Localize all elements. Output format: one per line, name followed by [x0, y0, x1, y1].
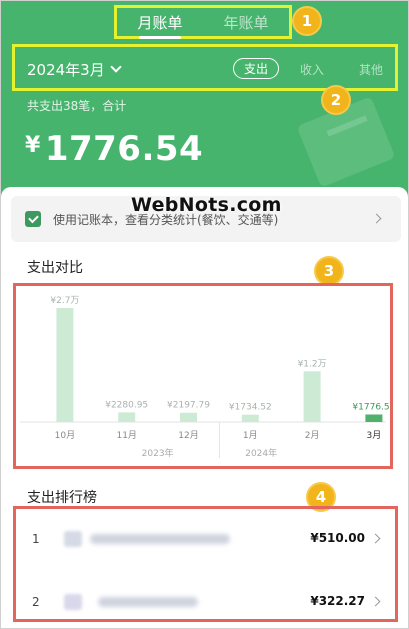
chart-data-label: ¥1734.52: [229, 403, 272, 413]
total-amount: ¥1776.54: [25, 129, 203, 169]
chart-category-label: 12月: [178, 430, 198, 441]
tab-yearly-bill[interactable]: 年账单: [223, 12, 268, 33]
app-frame: 月账单 年账单 1 2024年3月 支出 收入 其他 2 共支出38笔，合计 ¥…: [0, 0, 409, 629]
merchant-name-redacted: [98, 597, 198, 607]
ranking-section-title: 支出排行榜: [27, 490, 97, 506]
annotation-marker-2: 2: [321, 85, 351, 115]
ranking-amount: ¥510.00: [310, 531, 365, 545]
ranking-amount: ¥322.27: [310, 594, 365, 608]
chart-bar: [56, 308, 74, 422]
chevron-right-icon: [371, 213, 382, 224]
rank-number: 2: [32, 595, 40, 609]
chart-section-title: 支出对比: [27, 260, 83, 276]
chevron-right-icon: [370, 533, 381, 544]
chart-category-label: 3月: [367, 430, 382, 441]
type-filter-income[interactable]: 收入: [300, 61, 324, 78]
chart-data-label: ¥2280.95: [105, 400, 148, 410]
chart-bar: [365, 414, 383, 422]
chart-data-label: ¥2197.79: [167, 401, 210, 411]
month-selector-label: 2024年3月: [27, 61, 105, 79]
tab-monthly-bill-label: 月账单: [137, 13, 183, 32]
chart-category-label: 11月: [116, 430, 136, 441]
tab-yearly-bill-label: 年账单: [223, 13, 269, 32]
chart-svg: ¥2.7万 10月 ¥2280.95 11月 ¥2197.79 12月 ¥1734.52 1月…: [20, 296, 396, 459]
chart-bar: [118, 412, 136, 422]
chart-category-label: 2月: [305, 430, 320, 441]
ranking-item-1[interactable]: 1 ¥510.00: [16, 519, 395, 559]
bill-tabs: 月账单 年账单: [114, 5, 292, 39]
chart-bar: [180, 412, 197, 422]
tab-monthly-bill[interactable]: 月账单: [137, 12, 183, 39]
chevron-right-icon: [370, 596, 381, 607]
chart-category-label: 10月: [55, 430, 75, 441]
type-filter-expense[interactable]: 支出: [233, 58, 279, 79]
header: 月账单 年账单 1 2024年3月 支出 收入 其他 2 共支出38笔，合计 ¥…: [1, 1, 408, 201]
watermark: WebNots.com: [131, 194, 282, 216]
chart-data-label: ¥1776.54: [352, 402, 390, 412]
chart-data-label: ¥2.7万: [50, 296, 79, 306]
merchant-name-redacted: [90, 534, 230, 544]
month-selector[interactable]: 2024年3月: [27, 59, 122, 80]
chart-category-label: 1月: [243, 430, 258, 441]
total-amount-value: 1776.54: [44, 129, 204, 169]
expense-ranking-list: 1 ¥510.00 2 ¥322.27: [13, 506, 398, 622]
annotation-marker-1: 1: [292, 6, 322, 36]
currency-symbol: ¥: [25, 133, 41, 158]
ledger-icon: [25, 211, 41, 227]
ranking-item-2[interactable]: 2 ¥322.27: [16, 582, 395, 622]
filter-bar: 2024年3月 支出 收入 其他: [12, 44, 398, 91]
chart-year-label: 2023年: [142, 447, 174, 459]
chart-year-label: 2024年: [245, 447, 277, 459]
merchant-avatar: [64, 531, 82, 547]
rank-number: 1: [32, 532, 40, 546]
expense-summary: 共支出38笔，合计: [27, 99, 127, 113]
expense-comparison-chart: ¥2.7万 10月 ¥2280.95 11月 ¥2197.79 12月 ¥1734.52 1月…: [13, 283, 396, 469]
chart-bar: [303, 371, 321, 422]
chart-data-label: ¥1.2万: [298, 359, 327, 369]
annotation-marker-3: 3: [314, 256, 344, 286]
type-filter-other[interactable]: 其他: [359, 61, 383, 78]
merchant-avatar: [64, 594, 82, 610]
chevron-down-icon: [110, 61, 122, 73]
tab-active-indicator: [139, 35, 181, 39]
chart-bar: [241, 414, 259, 422]
